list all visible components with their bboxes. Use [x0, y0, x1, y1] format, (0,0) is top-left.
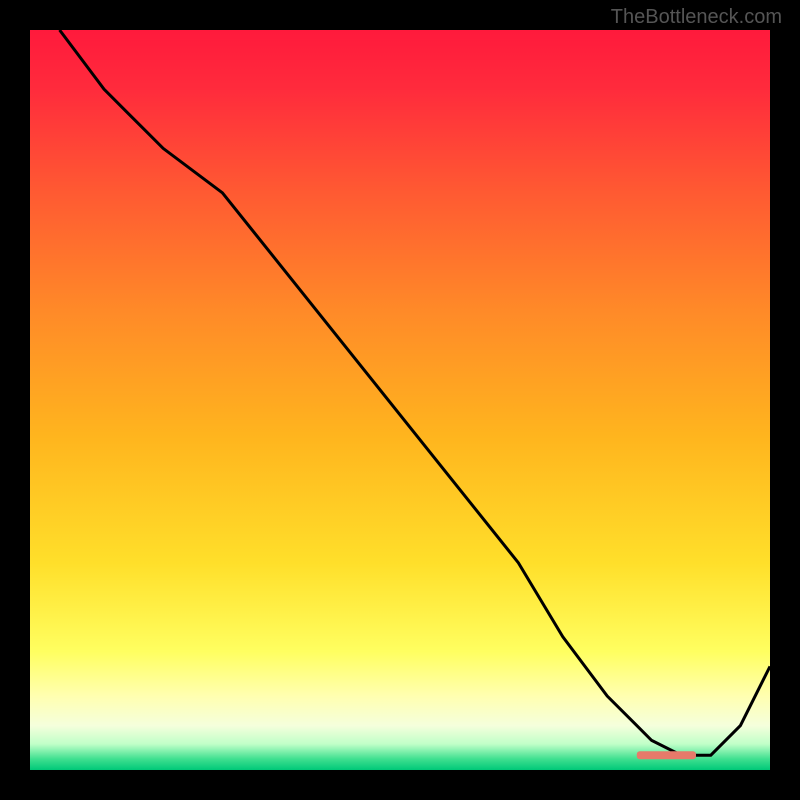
chart-plot-area [30, 30, 770, 770]
optimum-marker [637, 751, 696, 759]
watermark-text: TheBottleneck.com [611, 6, 782, 29]
chart-background [30, 30, 770, 770]
bottleneck-chart [30, 30, 770, 770]
